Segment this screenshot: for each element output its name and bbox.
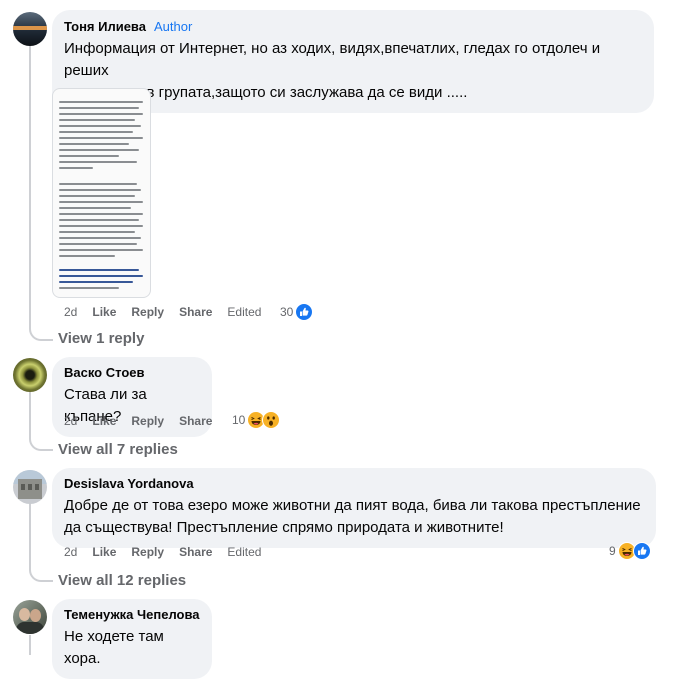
image-attachment[interactable] [52,88,151,298]
avatar-face [30,609,41,622]
share-button[interactable]: Share [179,545,212,559]
avatar[interactable] [13,12,47,46]
avatar[interactable] [13,600,47,634]
reply-button[interactable]: Reply [131,305,164,319]
comment-text-line-1: Информация от Интернет, но аз ходих, вид… [64,40,601,79]
text-line [59,161,137,163]
reaction-summary[interactable]: 9 [609,542,651,560]
avatar[interactable] [13,358,47,392]
share-button[interactable]: Share [179,305,212,319]
thread-curve-3 [29,568,53,582]
comment-text-line-1: Добре де от това езеро може животни да п… [64,497,641,514]
like-reaction-icon [295,303,314,321]
attachment-link-line [59,269,139,271]
text-line [59,189,141,191]
comment-text-line-2: да съществува! Престъпление спрямо приро… [64,519,504,536]
view-replies-link[interactable]: View all 12 replies [58,572,186,589]
reaction-summary[interactable]: 10 [232,411,281,429]
text-line [59,195,135,197]
text-line [59,107,139,109]
attachment-link-line [59,275,143,277]
text-line [59,249,143,251]
thread-curve-1 [29,327,53,341]
comment-time[interactable]: 2d [64,545,77,559]
avatar-face [19,608,30,621]
like-button[interactable]: Like [92,414,116,428]
avatar-sunset-glow [13,26,47,30]
share-button[interactable]: Share [179,414,212,428]
reply-button[interactable]: Reply [131,545,164,559]
thread-curve-2 [29,437,53,451]
reaction-count: 30 [280,305,294,319]
like-button[interactable]: Like [92,305,116,319]
comment-actions: 2d Like Reply Share Edited [64,545,276,559]
avatar-building-detail [35,484,39,490]
thread-line-2 [29,392,31,437]
author-name[interactable]: Тоня Илиева [64,19,146,34]
comment-time[interactable]: 2d [64,414,77,428]
text-line [59,155,119,157]
avatar-body [16,622,44,634]
comment-actions: 2d Like Reply Share [64,414,227,428]
text-line [59,167,93,169]
text-line [59,225,143,227]
text-line [59,237,141,239]
text-line [59,287,119,289]
text-line [59,201,143,203]
reaction-count: 10 [232,413,246,427]
comment-text: Добре де от това езеро може животни да п… [64,495,644,539]
author-name[interactable]: Васко Стоев [64,364,200,382]
reply-button[interactable]: Reply [131,414,164,428]
reaction-summary[interactable]: 30 [280,303,314,321]
avatar-building-detail [21,484,25,490]
avatar-building-detail [28,484,32,490]
text-line [59,119,135,121]
comment-text: Не ходете там хора. [64,628,164,667]
text-line [59,131,133,133]
text-line [59,143,129,145]
author-name[interactable]: Теменужка Чепелова [64,606,200,624]
avatar[interactable] [13,470,47,504]
thread-line-3 [29,503,31,568]
text-line [59,243,137,245]
view-replies-link[interactable]: View 1 reply [58,330,144,347]
edited-label: Edited [227,305,262,319]
attachment-link-line [59,281,133,283]
text-line [59,219,139,221]
wow-reaction-icon [262,411,281,429]
text-line [59,149,139,151]
text-line [59,231,135,233]
view-replies-link[interactable]: View all 7 replies [58,441,178,458]
text-line [59,183,137,185]
author-badge: Author [154,19,193,34]
author-name[interactable]: Desislava Yordanova [64,475,644,493]
like-reaction-icon [632,542,651,560]
thread-line-1 [29,46,31,327]
text-line [59,213,143,215]
text-line [59,113,143,115]
text-line [59,137,143,139]
comment-bubble: Desislava Yordanova Добре де от това езе… [52,468,656,548]
comment-time[interactable]: 2d [64,305,77,319]
text-line [59,255,115,257]
reaction-count: 9 [609,544,616,558]
comment-bubble: Теменужка Чепелова Не ходете там хора. [52,599,212,679]
edited-label: Edited [227,545,262,559]
text-line [59,101,143,103]
comment-actions: 2d Like Reply Share Edited [64,305,276,319]
text-line [59,207,131,209]
thread-line-4 [29,635,31,655]
text-line [59,125,141,127]
like-button[interactable]: Like [92,545,116,559]
